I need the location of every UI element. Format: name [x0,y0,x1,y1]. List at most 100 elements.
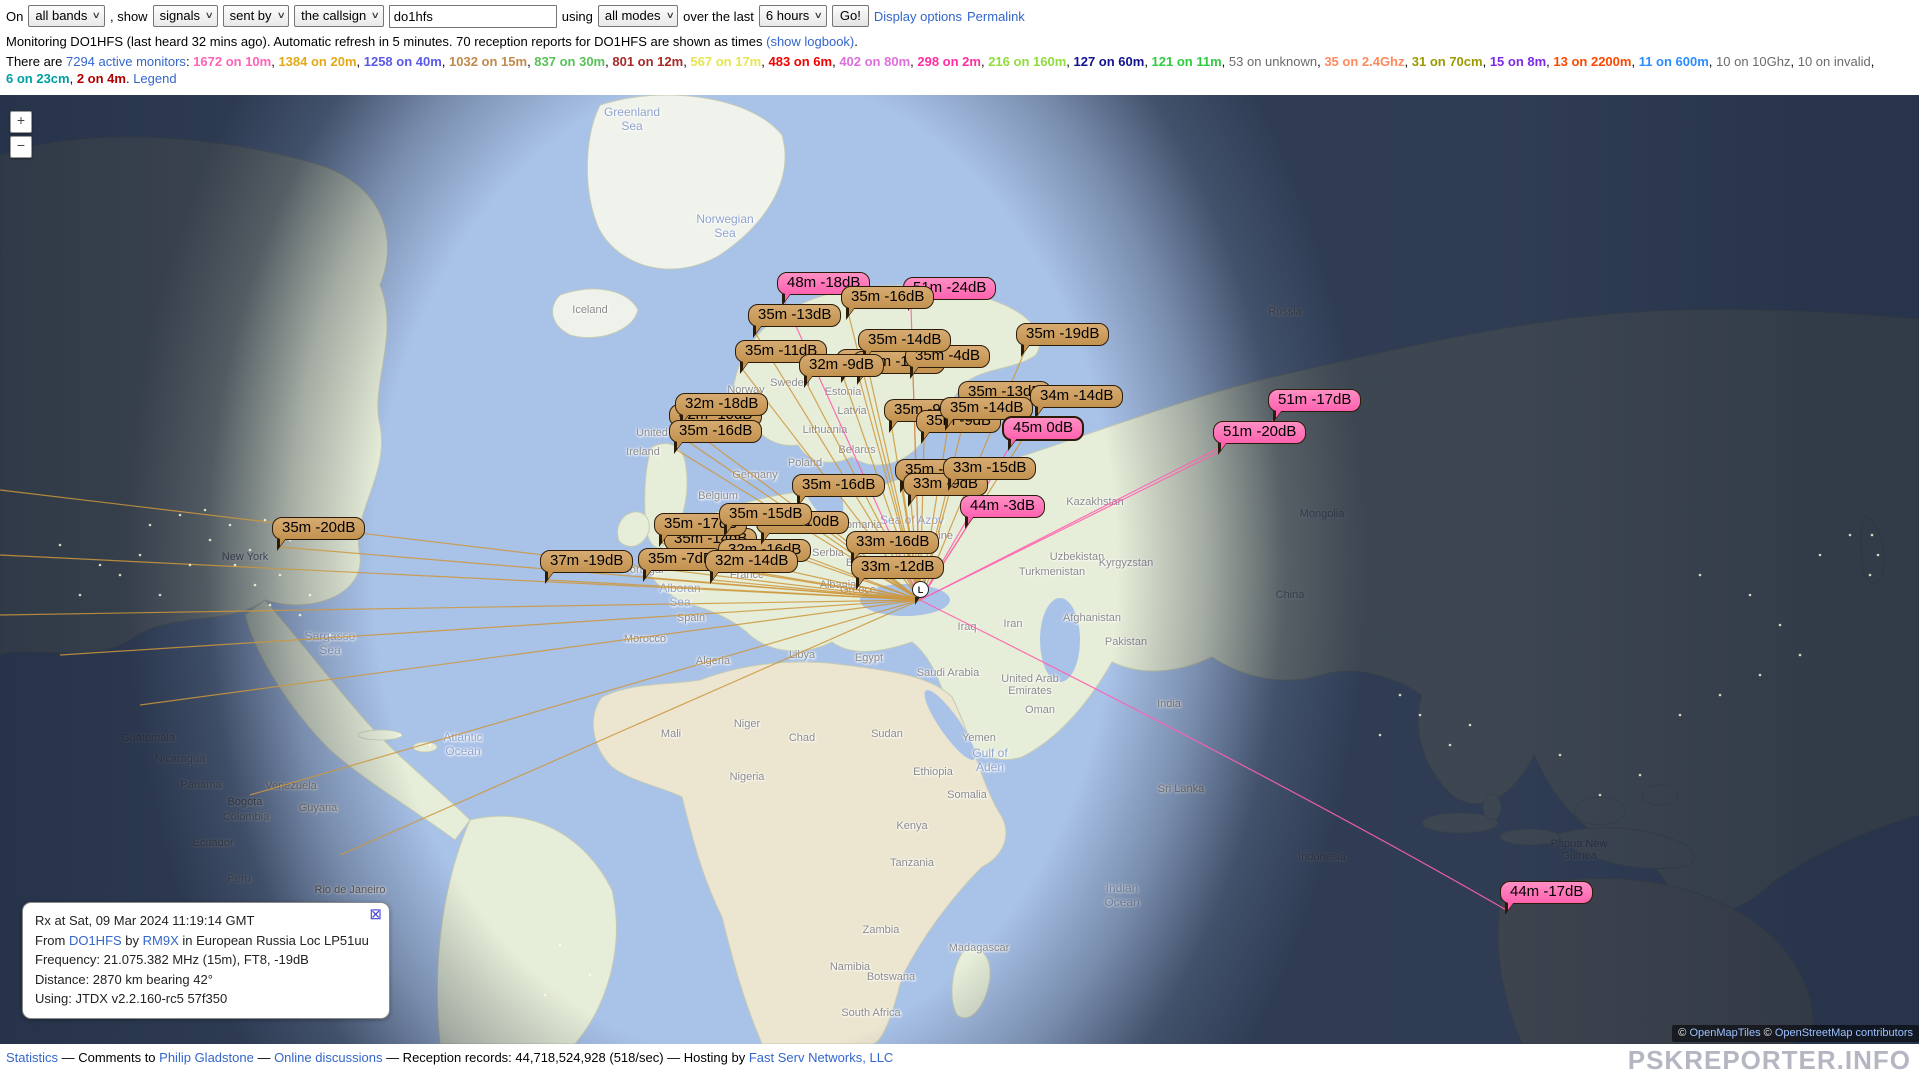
footer-sep: — Comments to [58,1050,159,1065]
close-icon[interactable]: ⊠ [369,908,382,922]
reception-balloon[interactable]: 32m -18dB [675,393,768,416]
reception-balloon[interactable]: 33m -12dB [851,556,944,579]
pskreporter-page: On all bands ∨ , show signals∨ sent by∨ t… [0,0,1919,1079]
signals-select[interactable]: signals∨ [153,5,218,27]
statistics-link[interactable]: Statistics [6,1050,58,1065]
reception-balloon[interactable]: 44m -17dB [1500,881,1593,904]
callsign-mode-select[interactable]: the callsign∨ [294,5,384,27]
monitor-count: 10 on invalid [1798,54,1871,69]
permalink-link[interactable]: Permalink [967,9,1025,24]
balloon-label: 35m -19dB [1026,325,1099,342]
monitoring-text-end: . [854,34,858,49]
balloon-label: 34m -14dB [1040,387,1113,404]
philip-gladstone-link[interactable]: Philip Gladstone [159,1050,254,1065]
online-discussions-link[interactable]: Online discussions [274,1050,382,1065]
timespan-select[interactable]: 6 hours∨ [759,5,827,27]
reception-balloon[interactable]: 51m -17dB [1268,389,1361,412]
monitor-count: 15 on 8m [1490,54,1546,69]
popup-from-label: From [35,933,69,948]
balloon-label: 35m -16dB [679,422,752,439]
reception-balloon[interactable]: 33m -15dB [943,457,1036,480]
chevron-down-icon: ∨ [665,10,674,21]
balloon-label: 51m -17dB [1278,391,1351,408]
chevron-down-icon: ∨ [92,10,101,21]
balloon-label: 35m -14dB [950,399,1023,416]
home-marker[interactable]: L [912,581,929,598]
openstreetmap-link[interactable]: OpenStreetMap contributors [1775,1027,1913,1039]
sender-callsign-link[interactable]: DO1HFS [69,933,122,948]
reception-report-popup: ⊠ Rx at Sat, 09 Mar 2024 11:19:14 GMT Fr… [22,902,390,1019]
copyright-symbol-2: © [1761,1027,1775,1039]
monitor-count: 801 on 12m [612,54,683,69]
reception-balloon[interactable]: 33m -16dB [846,531,939,554]
modes-select[interactable]: all modes ∨ [598,5,678,27]
callsign-mode-value: the callsign [301,8,366,23]
reception-balloon[interactable]: 35m -13dB [748,304,841,327]
reception-balloon[interactable]: 35m -15dB [719,503,812,526]
monitor-count: 1258 on 40m [364,54,442,69]
monitor-count: 2 on 4m [77,71,126,86]
callsign-input[interactable] [389,5,557,28]
show-label: , show [110,9,148,24]
overlast-label: over the last [683,9,754,24]
monitor-count: 1672 on 10m [193,54,271,69]
reception-balloon[interactable]: 32m -14dB [705,550,798,573]
popup-distance: Distance: 2870 km bearing 42° [35,970,377,990]
popup-location-text: in European Russia Loc LP51uu [179,933,369,948]
on-label: On [6,9,23,24]
footer-reception-records: — Reception records: 44,718,524,928 (518… [382,1050,748,1065]
openmaptiles-link[interactable]: OpenMapTiles [1689,1027,1760,1039]
world-map[interactable]: Greenland SeaNorwegian SeaIcelandNorwayS… [0,95,1919,1044]
bands-select-value: all bands [35,8,87,23]
active-monitors-link[interactable]: 7294 active monitors [66,54,186,69]
zoom-controls: + − [10,111,32,158]
monitor-count: 837 on 30m [534,54,605,69]
show-logbook-link[interactable]: (show logbook) [766,34,854,49]
reception-balloon[interactable]: 35m -16dB [792,474,885,497]
monitor-count: 567 on 17m [690,54,761,69]
monitor-count: 31 on 70cm [1412,54,1483,69]
balloon-label: 35m -16dB [802,476,875,493]
zoom-out-button[interactable]: − [10,136,32,158]
reception-balloon[interactable]: 35m -16dB [841,286,934,309]
fastserv-link[interactable]: Fast Serv Networks, LLC [749,1050,894,1065]
display-options-link[interactable]: Display options [874,9,962,24]
bands-select[interactable]: all bands ∨ [28,5,105,27]
monitor-count: 402 on 80m [839,54,910,69]
reception-balloon[interactable]: 44m -3dB [960,495,1045,518]
monitor-count: 53 on unknown [1229,54,1317,69]
map-attribution: © OpenMapTiles © OpenStreetMap contribut… [1672,1025,1919,1042]
receiver-callsign-link[interactable]: RM9X [143,933,179,948]
sentby-select[interactable]: sent by∨ [223,5,290,27]
zoom-in-button[interactable]: + [10,111,32,133]
monitoring-status-line: Monitoring DO1HFS (last heard 32 mins ag… [0,32,1919,52]
monitor-count: 6 on 23cm [6,71,70,86]
reception-balloon[interactable]: 34m -14dB [1030,385,1123,408]
monitor-count: 11 on 600m [1639,54,1709,69]
reception-balloon[interactable]: 51m -20dB [1213,421,1306,444]
legend-link[interactable]: Legend [133,71,176,86]
reception-balloon[interactable]: 35m -16dB [669,420,762,443]
using-label: using [562,9,593,24]
modes-select-value: all modes [605,8,661,23]
reception-balloon[interactable]: 35m -14dB [858,329,951,352]
balloon-label: 35m -20dB [282,519,355,536]
monitor-count: 127 on 60m [1073,54,1144,69]
balloon-label: 32m -14dB [715,552,788,569]
copyright-symbol: © [1678,1027,1689,1039]
timespan-select-value: 6 hours [766,8,809,23]
monitor-count: 1384 on 20m [278,54,356,69]
monitor-count: 1032 on 15m [449,54,527,69]
reception-balloon[interactable]: 35m -20dB [272,517,365,540]
reception-balloon[interactable]: 32m -9dB [799,354,884,377]
go-button[interactable]: Go! [832,5,869,27]
balloon-label: 44m -17dB [1510,883,1583,900]
balloon-label: 35m -15dB [729,505,802,522]
reception-balloon[interactable]: 35m -19dB [1016,323,1109,346]
reception-balloon[interactable]: 45m 0dB [1002,416,1084,441]
balloon-label: 51m -20dB [1223,423,1296,440]
reception-balloon[interactable]: 37m -19dB [540,550,633,573]
monitor-count: 483 on 6m [768,54,832,69]
monitor-count: 13 on 2200m [1553,54,1631,69]
balloon-label: 35m -16dB [851,288,924,305]
